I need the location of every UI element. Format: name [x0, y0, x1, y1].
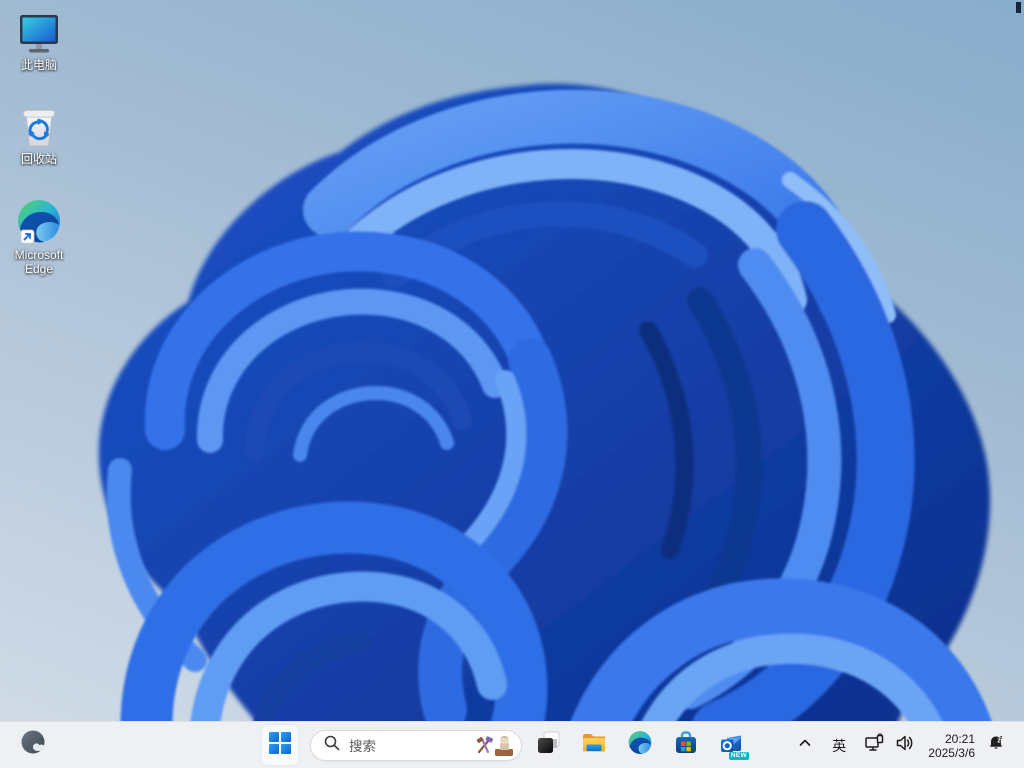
chevron-up-icon	[797, 735, 813, 756]
store-bag-icon	[673, 730, 699, 761]
edge-button[interactable]	[620, 725, 660, 765]
windows-logo-icon	[269, 732, 291, 759]
edge-logo-icon	[627, 730, 653, 761]
ime-language-label: 英	[832, 736, 846, 756]
desktop-icon-microsoft-edge[interactable]: Microsoft Edge	[2, 198, 76, 276]
taskbar: 搜索	[0, 721, 1024, 768]
search-placeholder: 搜索	[349, 735, 472, 755]
widgets-button[interactable]	[12, 725, 56, 765]
desktop-icon-label: 回收站	[21, 152, 57, 166]
outlook-new-badge: NEW	[729, 752, 749, 761]
ime-indicator[interactable]: 英	[824, 726, 854, 766]
search-box[interactable]: 搜索	[310, 730, 522, 761]
folder-icon	[581, 730, 607, 761]
network-volume-button[interactable]	[858, 726, 920, 766]
system-tray: 英	[792, 722, 1024, 768]
taskbar-center-cluster: 搜索	[262, 725, 752, 765]
speaker-icon	[894, 732, 916, 759]
desktop-icon-label: Microsoft Edge	[3, 248, 75, 276]
desktop-icon-this-pc[interactable]: 此电脑	[2, 8, 76, 72]
wallpaper-bloom	[0, 0, 1024, 768]
daily-art-thumbnail[interactable]	[472, 733, 516, 758]
this-pc-monitor-icon	[15, 8, 63, 56]
microsoft-store-button[interactable]	[666, 725, 706, 765]
outlook-icon: NEW	[719, 732, 745, 758]
svg-text:z: z	[1000, 735, 1003, 741]
notification-center-button[interactable]: z z	[981, 726, 1011, 766]
edge-logo-icon	[15, 198, 63, 246]
weather-cloud-icon	[19, 728, 49, 763]
bell-dnd-icon: z z	[986, 733, 1006, 758]
outlook-button[interactable]: NEW	[712, 725, 752, 765]
start-button[interactable]	[262, 725, 298, 765]
clock-time: 20:21	[945, 732, 975, 746]
task-view-icon	[536, 730, 561, 760]
recycle-bin-icon	[15, 102, 63, 150]
clock[interactable]: 20:21 2025/3/6	[924, 726, 979, 766]
desktop-icon-recycle-bin[interactable]: 回收站	[2, 102, 76, 166]
screen-edge-artifact	[1016, 2, 1021, 13]
ethernet-icon	[863, 732, 885, 759]
desktop-icon-label: 此电脑	[21, 58, 57, 72]
file-explorer-button[interactable]	[574, 725, 614, 765]
clock-date: 2025/3/6	[928, 746, 975, 760]
hidden-icons-button[interactable]	[792, 726, 818, 766]
search-magnifier-icon	[324, 735, 340, 756]
desktop[interactable]: 此电脑	[0, 0, 1024, 768]
task-view-button[interactable]	[528, 725, 568, 765]
